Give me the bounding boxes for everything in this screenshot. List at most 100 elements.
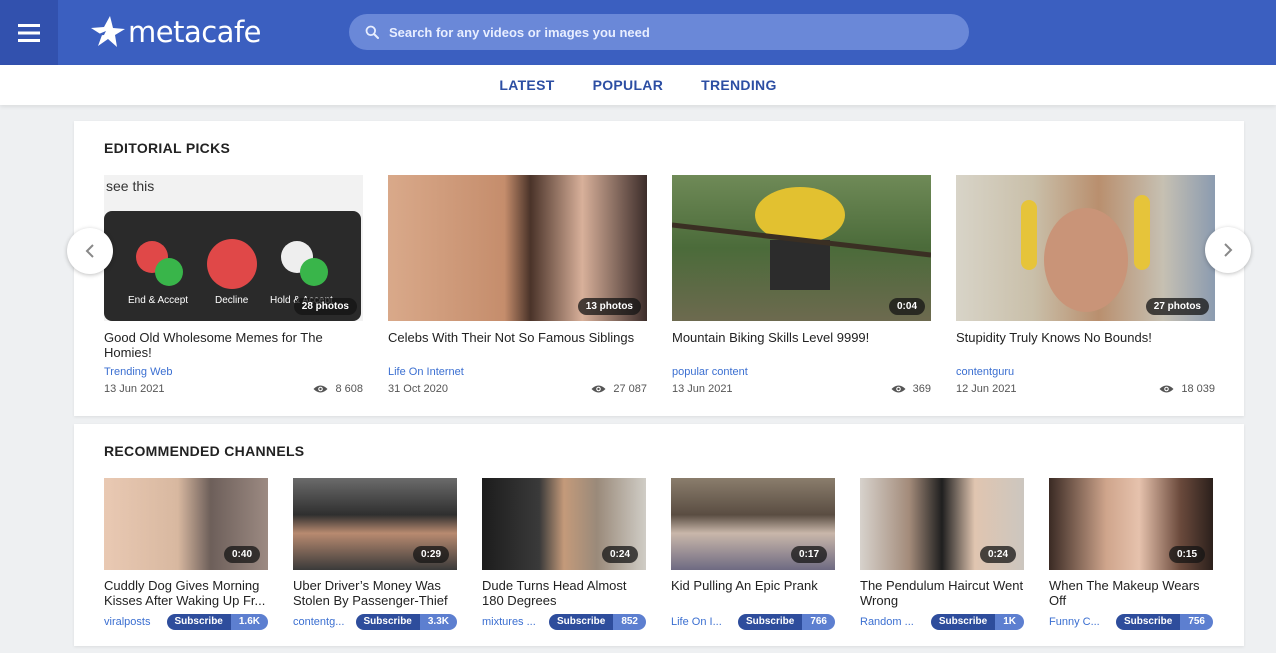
search-icon bbox=[365, 25, 379, 39]
sub-navigation: LATEST POPULAR TRENDING bbox=[0, 65, 1276, 105]
editorial-thumbnail[interactable]: see this End & Accept Decline Hold & Acc… bbox=[104, 175, 363, 321]
editorial-card-meta: 31 Oct 2020 27 087 bbox=[388, 383, 647, 395]
subscribe-label: Subscribe bbox=[930, 614, 996, 630]
channel-row: Funny C... Subscribe 756 bbox=[1049, 614, 1213, 630]
subscribe-button[interactable]: Subscribe 1K bbox=[930, 614, 1024, 630]
editorial-thumbnail[interactable]: 13 photos bbox=[388, 175, 647, 321]
subscriber-count: 766 bbox=[802, 614, 835, 630]
nav-popular[interactable]: POPULAR bbox=[593, 77, 664, 93]
channel-thumbnail[interactable]: 0:24 bbox=[860, 478, 1024, 570]
subscriber-count: 1K bbox=[995, 614, 1024, 630]
meme-label-1: End & Accept bbox=[128, 295, 189, 306]
channel-card-title[interactable]: Kid Pulling An Epic Prank bbox=[671, 578, 835, 608]
chevron-right-icon bbox=[1224, 243, 1233, 257]
channel-name[interactable]: viralposts bbox=[104, 616, 166, 628]
channel-card-title[interactable]: The Pendulum Haircut Went Wrong bbox=[860, 578, 1024, 608]
subscribe-button[interactable]: Subscribe 3.3K bbox=[355, 614, 457, 630]
channel-row: Life On I... Subscribe 766 bbox=[671, 614, 835, 630]
editorial-card[interactable]: see this End & Accept Decline Hold & Acc… bbox=[104, 175, 363, 395]
subscribe-label: Subscribe bbox=[1115, 614, 1181, 630]
editorial-card-title[interactable]: Mountain Biking Skills Level 9999! bbox=[672, 330, 931, 362]
eye-icon bbox=[591, 385, 606, 393]
editorial-card[interactable]: 0:04 Mountain Biking Skills Level 9999! … bbox=[672, 175, 931, 395]
duration-badge: 0:17 bbox=[790, 546, 827, 563]
meme-label-2: Decline bbox=[215, 295, 249, 306]
carousel-next-button[interactable] bbox=[1205, 227, 1251, 273]
channel-row: Random ... Subscribe 1K bbox=[860, 614, 1024, 630]
views-value: 8 608 bbox=[335, 383, 363, 395]
eye-icon bbox=[313, 385, 328, 393]
search-input[interactable] bbox=[389, 24, 949, 40]
editorial-card-title[interactable]: Celebs With Their Not So Famous Siblings bbox=[388, 330, 647, 362]
channel-card-title[interactable]: When The Makeup Wears Off bbox=[1049, 578, 1213, 608]
channel-card[interactable]: 0:24 Dude Turns Head Almost 180 Degrees … bbox=[482, 478, 646, 630]
editorial-thumbnail[interactable]: 0:04 bbox=[672, 175, 931, 321]
duration-badge: 0:40 bbox=[223, 546, 260, 563]
channel-name[interactable]: Funny C... bbox=[1049, 616, 1111, 628]
subscribe-label: Subscribe bbox=[355, 614, 420, 630]
editorial-card-channel[interactable]: contentguru bbox=[956, 366, 1215, 378]
duration-badge: 0:04 bbox=[888, 298, 925, 315]
subscriber-count: 3.3K bbox=[419, 614, 457, 630]
editorial-card-meta: 13 Jun 2021 8 608 bbox=[104, 383, 363, 395]
photo-count-badge: 13 photos bbox=[577, 298, 641, 315]
subscribe-label: Subscribe bbox=[548, 614, 614, 630]
chevron-left-icon bbox=[85, 244, 94, 258]
editorial-card[interactable]: 13 photos Celebs With Their Not So Famou… bbox=[388, 175, 647, 395]
channel-thumbnail[interactable]: 0:29 bbox=[293, 478, 457, 570]
logo-text: metacafe bbox=[128, 15, 262, 49]
editorial-card-meta: 12 Jun 2021 18 039 bbox=[956, 383, 1215, 395]
channel-card-title[interactable]: Uber Driver’s Money Was Stolen By Passen… bbox=[293, 578, 457, 608]
menu-icon bbox=[18, 23, 40, 42]
channel-thumbnail[interactable]: 0:17 bbox=[671, 478, 835, 570]
editorial-thumbnail[interactable]: 27 photos bbox=[956, 175, 1215, 321]
channel-thumbnail[interactable]: 0:15 bbox=[1049, 478, 1213, 570]
eye-icon bbox=[1159, 385, 1174, 393]
subscribe-button[interactable]: Subscribe 756 bbox=[1115, 614, 1213, 630]
subscribe-button[interactable]: Subscribe 1.6K bbox=[166, 614, 268, 630]
nav-latest[interactable]: LATEST bbox=[499, 77, 554, 93]
duration-badge: 0:24 bbox=[601, 546, 638, 563]
editorial-card[interactable]: 27 photos Stupidity Truly Knows No Bound… bbox=[956, 175, 1215, 395]
channel-card-title[interactable]: Dude Turns Head Almost 180 Degrees bbox=[482, 578, 646, 608]
metacafe-logo[interactable]: metacafe bbox=[90, 8, 262, 56]
duration-badge: 0:29 bbox=[412, 546, 449, 563]
views-count: 369 bbox=[891, 383, 931, 395]
editorial-card-channel[interactable]: popular content bbox=[672, 366, 931, 378]
recommended-channels-panel: RECOMMENDED CHANNELS 0:40 Cuddly Dog Giv… bbox=[74, 424, 1244, 646]
views-value: 369 bbox=[912, 383, 931, 395]
menu-button[interactable] bbox=[0, 0, 58, 65]
meme-caption: see this bbox=[106, 178, 155, 194]
editorial-card-title[interactable]: Good Old Wholesome Memes for The Homies! bbox=[104, 330, 363, 362]
channel-card[interactable]: 0:17 Kid Pulling An Epic Prank Life On I… bbox=[671, 478, 835, 630]
editorial-card-meta: 13 Jun 2021 369 bbox=[672, 383, 931, 395]
channel-card[interactable]: 0:24 The Pendulum Haircut Went Wrong Ran… bbox=[860, 478, 1024, 630]
editorial-card-title[interactable]: Stupidity Truly Knows No Bounds! bbox=[956, 330, 1215, 362]
photo-count-badge: 28 photos bbox=[293, 298, 357, 315]
carousel-prev-button[interactable] bbox=[67, 228, 113, 274]
channel-name[interactable]: contentg... bbox=[293, 616, 355, 628]
nav-trending[interactable]: TRENDING bbox=[701, 77, 777, 93]
eye-icon bbox=[891, 385, 906, 393]
channel-card[interactable]: 0:40 Cuddly Dog Gives Morning Kisses Aft… bbox=[104, 478, 268, 630]
channel-name[interactable]: Life On I... bbox=[671, 616, 733, 628]
channel-name[interactable]: mixtures ... bbox=[482, 616, 544, 628]
subscriber-count: 756 bbox=[1180, 614, 1213, 630]
views-value: 18 039 bbox=[1181, 383, 1215, 395]
editorial-card-channel[interactable]: Trending Web bbox=[104, 366, 363, 378]
channel-card[interactable]: 0:29 Uber Driver’s Money Was Stolen By P… bbox=[293, 478, 457, 630]
editorial-picks-panel: EDITORIAL PICKS see this End & Accept De… bbox=[74, 121, 1244, 416]
channel-row: contentg... Subscribe 3.3K bbox=[293, 614, 457, 630]
channel-row: mixtures ... Subscribe 852 bbox=[482, 614, 646, 630]
channel-thumbnail[interactable]: 0:24 bbox=[482, 478, 646, 570]
editorial-card-date: 12 Jun 2021 bbox=[956, 383, 1017, 395]
channel-thumbnail[interactable]: 0:40 bbox=[104, 478, 268, 570]
channel-name[interactable]: Random ... bbox=[860, 616, 922, 628]
channel-card-title[interactable]: Cuddly Dog Gives Morning Kisses After Wa… bbox=[104, 578, 268, 608]
search-bar[interactable] bbox=[349, 14, 969, 50]
duration-badge: 0:24 bbox=[979, 546, 1016, 563]
editorial-card-channel[interactable]: Life On Internet bbox=[388, 366, 647, 378]
subscribe-button[interactable]: Subscribe 852 bbox=[548, 614, 646, 630]
channel-card[interactable]: 0:15 When The Makeup Wears Off Funny C..… bbox=[1049, 478, 1213, 630]
subscribe-button[interactable]: Subscribe 766 bbox=[737, 614, 835, 630]
